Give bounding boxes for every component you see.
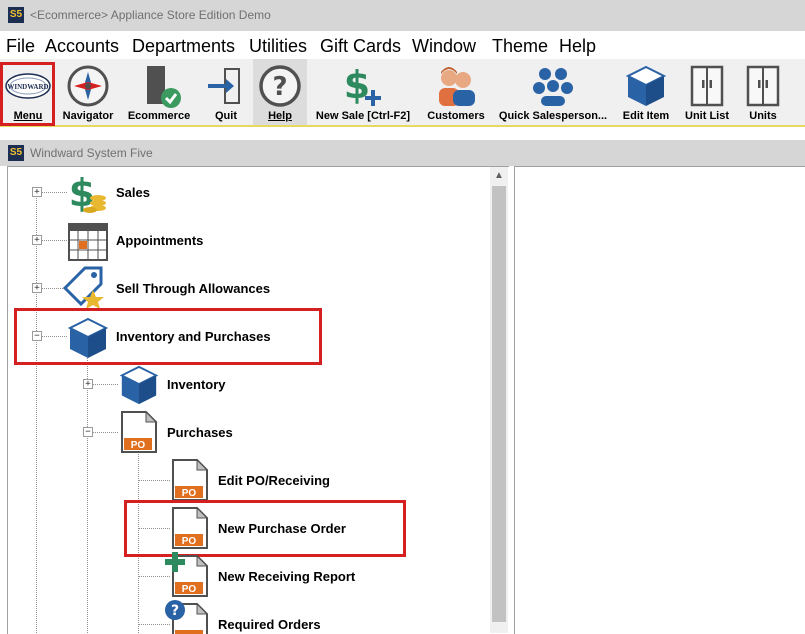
toolbar-new-sale-button[interactable]: $ New Sale [Ctrl-F2] bbox=[309, 59, 417, 125]
subwindow-title: Windward System Five bbox=[30, 146, 153, 160]
inventory-purchases-highlight bbox=[14, 308, 322, 365]
toolbar-customers-label: Customers bbox=[427, 110, 485, 122]
tree-connector bbox=[41, 240, 67, 241]
tree-connector bbox=[36, 192, 37, 634]
exit-door-icon bbox=[208, 68, 240, 104]
svg-text:PO: PO bbox=[182, 584, 197, 595]
calendar-icon bbox=[68, 223, 108, 261]
tree-item-inventory[interactable] bbox=[118, 364, 160, 406]
detail-panel bbox=[514, 166, 805, 634]
tree-connector bbox=[87, 352, 88, 634]
toolbar-units-label: Units bbox=[749, 110, 777, 122]
tree-label-purchases[interactable]: Purchases bbox=[167, 425, 233, 440]
tree-item-edit-po-receiving[interactable]: PO bbox=[171, 458, 209, 502]
dollar-plus-icon: $ bbox=[344, 64, 381, 107]
title-bar: S5 <Ecommerce> Appliance Store Edition D… bbox=[0, 0, 805, 31]
toolbar-customers-button[interactable]: Customers bbox=[421, 59, 491, 125]
toolbar-help-button[interactable]: ? Help bbox=[253, 59, 307, 125]
toolbar-unit-list-label: Unit List bbox=[685, 110, 729, 122]
svg-text:?: ? bbox=[272, 72, 287, 102]
po-document-icon: PO bbox=[172, 458, 209, 501]
cabinet-icon bbox=[690, 65, 724, 107]
tree-connector bbox=[92, 432, 118, 433]
menu-theme[interactable]: Theme bbox=[492, 36, 548, 57]
svg-text:?: ? bbox=[171, 603, 179, 619]
toolbar-units-button[interactable]: Units bbox=[738, 59, 788, 125]
menu-departments[interactable]: Departments bbox=[132, 36, 235, 57]
inventory-expander[interactable]: + bbox=[83, 379, 93, 389]
dollar-coins-icon: $ bbox=[69, 171, 106, 215]
toolbar-help-label: Help bbox=[268, 110, 292, 122]
menu-file[interactable]: File bbox=[6, 36, 35, 57]
tree-label-new-receiving-report[interactable]: New Receiving Report bbox=[218, 569, 355, 584]
tree-item-sell-through-allowances[interactable] bbox=[62, 266, 109, 310]
toolbar-ecommerce-button[interactable]: Ecommerce bbox=[121, 59, 197, 125]
menu-utilities[interactable]: Utilities bbox=[249, 36, 307, 57]
tree-label-appointments[interactable]: Appointments bbox=[116, 233, 203, 248]
toolbar-ecommerce-label: Ecommerce bbox=[127, 110, 191, 122]
sell-through-expander[interactable]: + bbox=[32, 283, 42, 293]
toolbar: WINDWARD Menu Navigator Ecommerce Quit ?… bbox=[0, 59, 805, 127]
tree-label-sell-through-allowances[interactable]: Sell Through Allowances bbox=[116, 281, 270, 296]
po-document-question-icon: ? bbox=[165, 600, 209, 634]
svg-text:PO: PO bbox=[131, 440, 146, 451]
new-purchase-order-highlight bbox=[124, 500, 406, 557]
toolbar-quick-salesperson-button[interactable]: Quick Salesperson... bbox=[494, 59, 612, 125]
subwindow-title-bar: S5 Windward System Five bbox=[0, 140, 805, 166]
tree-item-required-orders[interactable]: ? bbox=[163, 600, 209, 634]
toolbar-quick-salesperson-label: Quick Salesperson... bbox=[498, 110, 608, 122]
help-question-icon: ? bbox=[259, 65, 301, 107]
tree-label-sales[interactable]: Sales bbox=[116, 185, 150, 200]
toolbar-edit-item-button[interactable]: Edit Item bbox=[616, 59, 676, 125]
tree-connector bbox=[41, 192, 67, 193]
menu-window[interactable]: Window bbox=[412, 36, 476, 57]
purchases-expander[interactable]: − bbox=[83, 427, 93, 437]
cube-icon bbox=[625, 65, 667, 106]
tag-star-icon bbox=[62, 266, 104, 309]
po-document-icon: PO bbox=[121, 410, 158, 453]
menu-bar: File Accounts Departments Utilities Gift… bbox=[0, 31, 805, 59]
cabinet-icon bbox=[746, 65, 780, 107]
tree-item-purchases[interactable]: PO bbox=[120, 410, 158, 454]
salesperson-group-icon bbox=[533, 68, 573, 106]
cube-icon bbox=[119, 365, 159, 405]
menu-gift-cards[interactable]: Gift Cards bbox=[320, 36, 401, 57]
svg-text:$: $ bbox=[344, 64, 370, 107]
toolbar-edit-item-label: Edit Item bbox=[622, 110, 670, 122]
menu-help[interactable]: Help bbox=[559, 36, 596, 57]
toolbar-quit-label: Quit bbox=[215, 110, 237, 122]
toolbar-divider bbox=[0, 125, 805, 127]
tree-label-inventory[interactable]: Inventory bbox=[167, 377, 226, 392]
toolbar-navigator-button[interactable]: Navigator bbox=[57, 59, 119, 125]
ecommerce-icon bbox=[147, 66, 181, 108]
svg-text:PO: PO bbox=[182, 488, 197, 499]
tree-label-edit-po-receiving[interactable]: Edit PO/Receiving bbox=[218, 473, 330, 488]
tree-item-new-receiving-report[interactable]: PO bbox=[163, 552, 209, 598]
po-document-plus-icon: PO bbox=[165, 552, 209, 597]
tree-label-required-orders[interactable]: Required Orders bbox=[218, 617, 321, 632]
menu-button-highlight bbox=[0, 62, 55, 126]
sales-expander[interactable]: + bbox=[32, 187, 42, 197]
compass-icon bbox=[67, 65, 109, 107]
toolbar-new-sale-label: New Sale [Ctrl-F2] bbox=[315, 110, 411, 122]
subwindow-icon: S5 bbox=[8, 145, 24, 161]
customers-icon bbox=[439, 67, 475, 106]
tree-item-appointments[interactable] bbox=[66, 220, 110, 264]
window-title: <Ecommerce> Appliance Store Edition Demo bbox=[30, 8, 271, 22]
toolbar-unit-list-button[interactable]: Unit List bbox=[679, 59, 735, 125]
toolbar-navigator-label: Navigator bbox=[62, 110, 114, 122]
app-icon: S5 bbox=[8, 7, 24, 23]
navigation-tree: + $ Sales + Appointments + Sell Through … bbox=[7, 166, 509, 634]
toolbar-quit-button[interactable]: Quit bbox=[200, 59, 252, 125]
tree-item-sales[interactable]: $ bbox=[66, 170, 110, 216]
scroll-up-arrow-icon[interactable]: ▲ bbox=[490, 167, 508, 184]
appointments-expander[interactable]: + bbox=[32, 235, 42, 245]
menu-accounts[interactable]: Accounts bbox=[45, 36, 119, 57]
tree-connector bbox=[92, 384, 118, 385]
scrollbar-thumb[interactable] bbox=[492, 186, 506, 622]
tree-connector bbox=[138, 480, 170, 481]
